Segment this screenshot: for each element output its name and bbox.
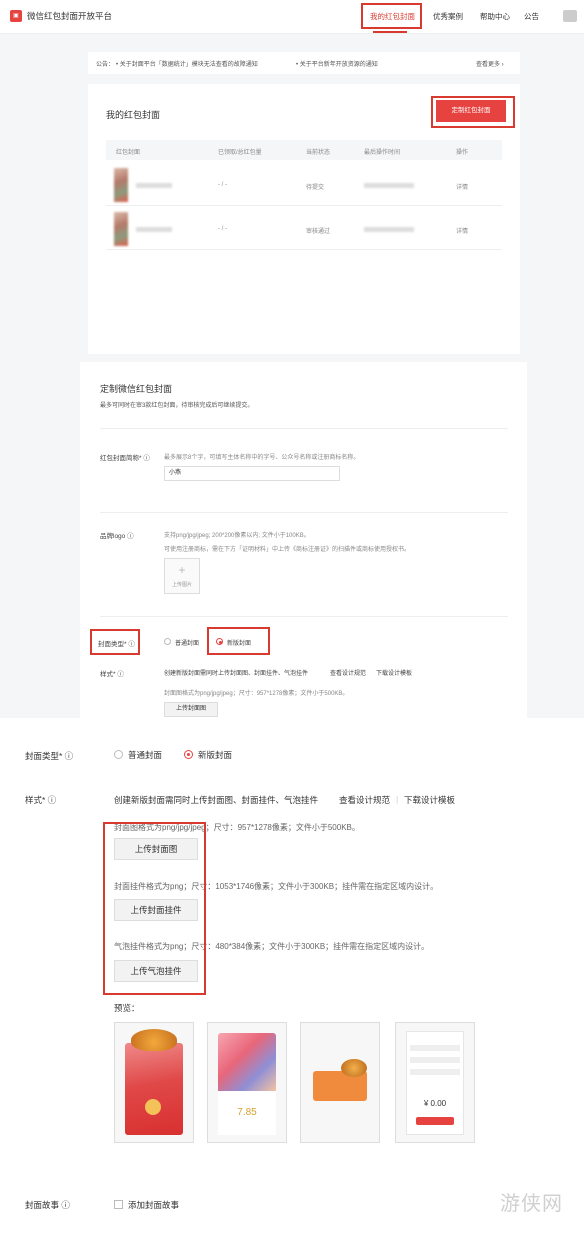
story-label: 封面故事 ⓘ bbox=[25, 1200, 70, 1210]
annotation-box bbox=[431, 96, 515, 128]
tiger-bubble-icon bbox=[341, 1059, 367, 1077]
view-spec-link[interactable]: 查看设计规范 bbox=[339, 794, 390, 806]
send-button-icon bbox=[416, 1117, 454, 1125]
nav-cases[interactable]: 优秀案例 bbox=[433, 11, 463, 22]
cover-thumbnail bbox=[114, 212, 128, 246]
section-subtitle: 最多可同时在审3款红包封面，待审核完成后可继续提交。 bbox=[100, 403, 254, 409]
annotation-box bbox=[361, 3, 422, 29]
preview-amount: 7.85 bbox=[237, 1107, 257, 1118]
table-row: - / - 待提交 详情 bbox=[106, 164, 502, 206]
name-hint: 最多展示8个字，可填写主体名称中的字号、公众号名称或注册商标名称。 bbox=[164, 455, 360, 461]
section-title: 定制微信红包封面 bbox=[100, 384, 173, 394]
cover-name-input[interactable]: 小燕 bbox=[164, 466, 340, 481]
download-template-link[interactable]: 下载设计模板 bbox=[376, 668, 412, 677]
upload-cover-button[interactable]: 上传封面图 bbox=[164, 702, 218, 717]
radio-normal[interactable] bbox=[114, 750, 123, 759]
nav-help[interactable]: 帮助中心 bbox=[480, 11, 510, 22]
story-checkbox[interactable] bbox=[114, 1200, 123, 1209]
radio-new[interactable] bbox=[184, 750, 193, 759]
preview-amount: ¥ 0.00 bbox=[423, 1099, 447, 1108]
radio-normal[interactable] bbox=[164, 638, 171, 645]
logo-icon: ▣ bbox=[10, 10, 22, 22]
section-title: 我的红包封面 bbox=[106, 110, 161, 120]
nav-active-underline bbox=[373, 31, 407, 33]
table-row: - / - 审核通过 详情 bbox=[106, 208, 502, 250]
name-label: 红包封面简称* ⓘ bbox=[100, 455, 150, 462]
preview-cover bbox=[114, 1022, 194, 1143]
watermark: 游侠网 bbox=[500, 1191, 563, 1215]
detail-link[interactable]: 详情 bbox=[456, 182, 468, 191]
open-button-icon bbox=[145, 1099, 161, 1115]
cover-thumbnail bbox=[114, 168, 128, 202]
detail-link[interactable]: 详情 bbox=[456, 226, 468, 235]
logo-hint: 支持png/jpg/jpeg; 200*200像素以内; 文件小于100KB。 bbox=[164, 533, 310, 539]
preview-opened: 7.85 bbox=[207, 1022, 287, 1143]
brand-title: 微信红包封面开放平台 bbox=[27, 11, 113, 21]
table-header: 红包封面 已领取/总红包量 当前状态 最后操作时间 操作 bbox=[106, 140, 502, 160]
notice-item[interactable]: • 关于封面平台「数据统计」模块无法查看的故障通知 bbox=[116, 59, 258, 68]
avatar[interactable] bbox=[563, 10, 577, 22]
style-label: 样式* ⓘ bbox=[25, 795, 57, 805]
download-template-link[interactable]: 下载设计模板 bbox=[404, 794, 455, 806]
notice-prefix: 公告： bbox=[96, 62, 115, 68]
logo-upload-box[interactable]: + 上传图片 bbox=[164, 558, 200, 594]
notice-more-link[interactable]: 查看更多 › bbox=[476, 59, 504, 68]
nav-announcements[interactable]: 公告 bbox=[524, 11, 539, 22]
logo-hint: 可使用注册商标，需在下方「证明材料」中上传《商标注册证》的扫描件或商标使用授权书… bbox=[164, 547, 411, 553]
notice-bar: 公告： • 关于封面平台「数据统计」模块无法查看的故障通知 • 关于平台新年开放… bbox=[88, 52, 520, 74]
preview-label: 预览： bbox=[114, 1003, 140, 1013]
plus-icon: + bbox=[178, 563, 186, 577]
annotation-box bbox=[103, 822, 206, 995]
customize-card: 定制微信红包封面 最多可同时在审3款红包封面，待审核完成后可继续提交。 红包封面… bbox=[80, 362, 527, 718]
logo-label: 品牌logo ⓘ bbox=[100, 533, 134, 540]
zoomed-form: 封面类型* ⓘ 普通封面 新版封面 样式* ⓘ 创建新版封面需同时上传封面图、封… bbox=[0, 718, 584, 1238]
type-label: 封面类型* ⓘ bbox=[25, 751, 74, 761]
preview-bubble bbox=[300, 1022, 380, 1143]
annotation-box bbox=[90, 629, 140, 655]
top-nav: ▣ 微信红包封面开放平台 我的红包封面 优秀案例 帮助中心 公告 bbox=[0, 0, 584, 34]
tiger-pendant-icon bbox=[131, 1029, 177, 1051]
preview-send: ¥ 0.00 bbox=[395, 1022, 475, 1143]
view-spec-link[interactable]: 查看设计规范 bbox=[330, 668, 366, 677]
notice-item[interactable]: • 关于平台新年开放资源的通知 bbox=[296, 59, 378, 68]
annotation-box bbox=[207, 627, 270, 655]
style-label: 样式* ⓘ bbox=[100, 671, 124, 678]
